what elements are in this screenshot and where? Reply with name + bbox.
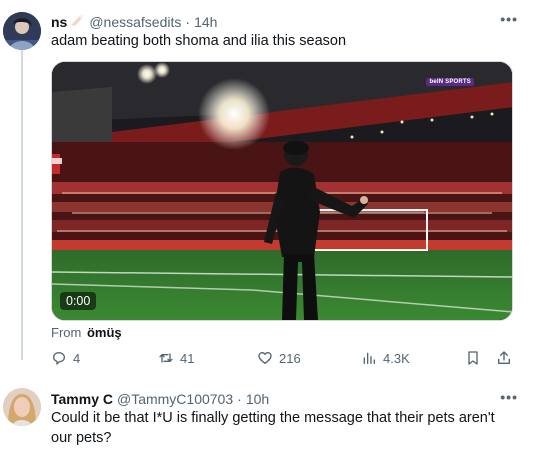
retweet-button[interactable]: 41 [158,350,194,366]
heart-icon [258,352,272,364]
tweet-text: adam beating both shoma and ilia this se… [51,33,347,49]
video-player[interactable]: beIN SPORTS 0:00 [51,61,513,321]
nail-emoji-icon [69,13,85,30]
display-name[interactable]: ns [51,14,67,30]
more-horizontal-icon[interactable]: ••• [500,389,518,405]
separator: · [185,13,191,30]
share-button[interactable] [496,350,518,366]
media-attribution: From ömüş [51,325,122,340]
handle[interactable]: @TammyC100703 [117,391,233,407]
broadcaster-watermark: beIN SPORTS [426,78,474,86]
views-button[interactable]: 4.3K [361,350,410,366]
tweet-actions: 4 41 216 4.3K [51,350,523,370]
share-icon [498,351,510,364]
reply-text: Could it be that I*U is finally getting … [51,410,495,446]
from-source-link[interactable]: ömüş [87,325,122,340]
timestamp[interactable]: 10h [246,391,269,407]
views-chart-icon [363,352,375,364]
thread-connector-line [21,50,23,360]
timestamp[interactable]: 14h [194,14,217,30]
like-count: 216 [279,350,301,366]
reply-icon [53,352,65,365]
views-count: 4.3K [383,350,410,366]
more-horizontal-icon[interactable]: ••• [500,11,518,27]
bookmark-button[interactable] [465,350,487,366]
avatar[interactable] [3,12,41,50]
separator: · [237,391,242,407]
video-timecode: 0:00 [60,292,97,310]
tweet-header: ns @nessafsedits · 14h [51,13,217,30]
tweet-thread: ns @nessafsedits · 14h ••• adam beating … [0,0,540,452]
reply-count: 4 [73,350,81,366]
like-button[interactable]: 216 [257,350,301,366]
display-name[interactable]: Tammy C [51,391,113,407]
bookmark-icon [468,351,478,365]
reply-button[interactable]: 4 [51,350,80,366]
video-frame [52,62,512,320]
handle[interactable]: @nessafsedits [89,14,181,30]
avatar[interactable] [3,388,41,426]
retweet-icon [159,353,173,363]
from-label: From [51,325,82,340]
reply-header: Tammy C @TammyC100703 · 10h [51,391,269,407]
retweet-count: 41 [180,350,195,366]
